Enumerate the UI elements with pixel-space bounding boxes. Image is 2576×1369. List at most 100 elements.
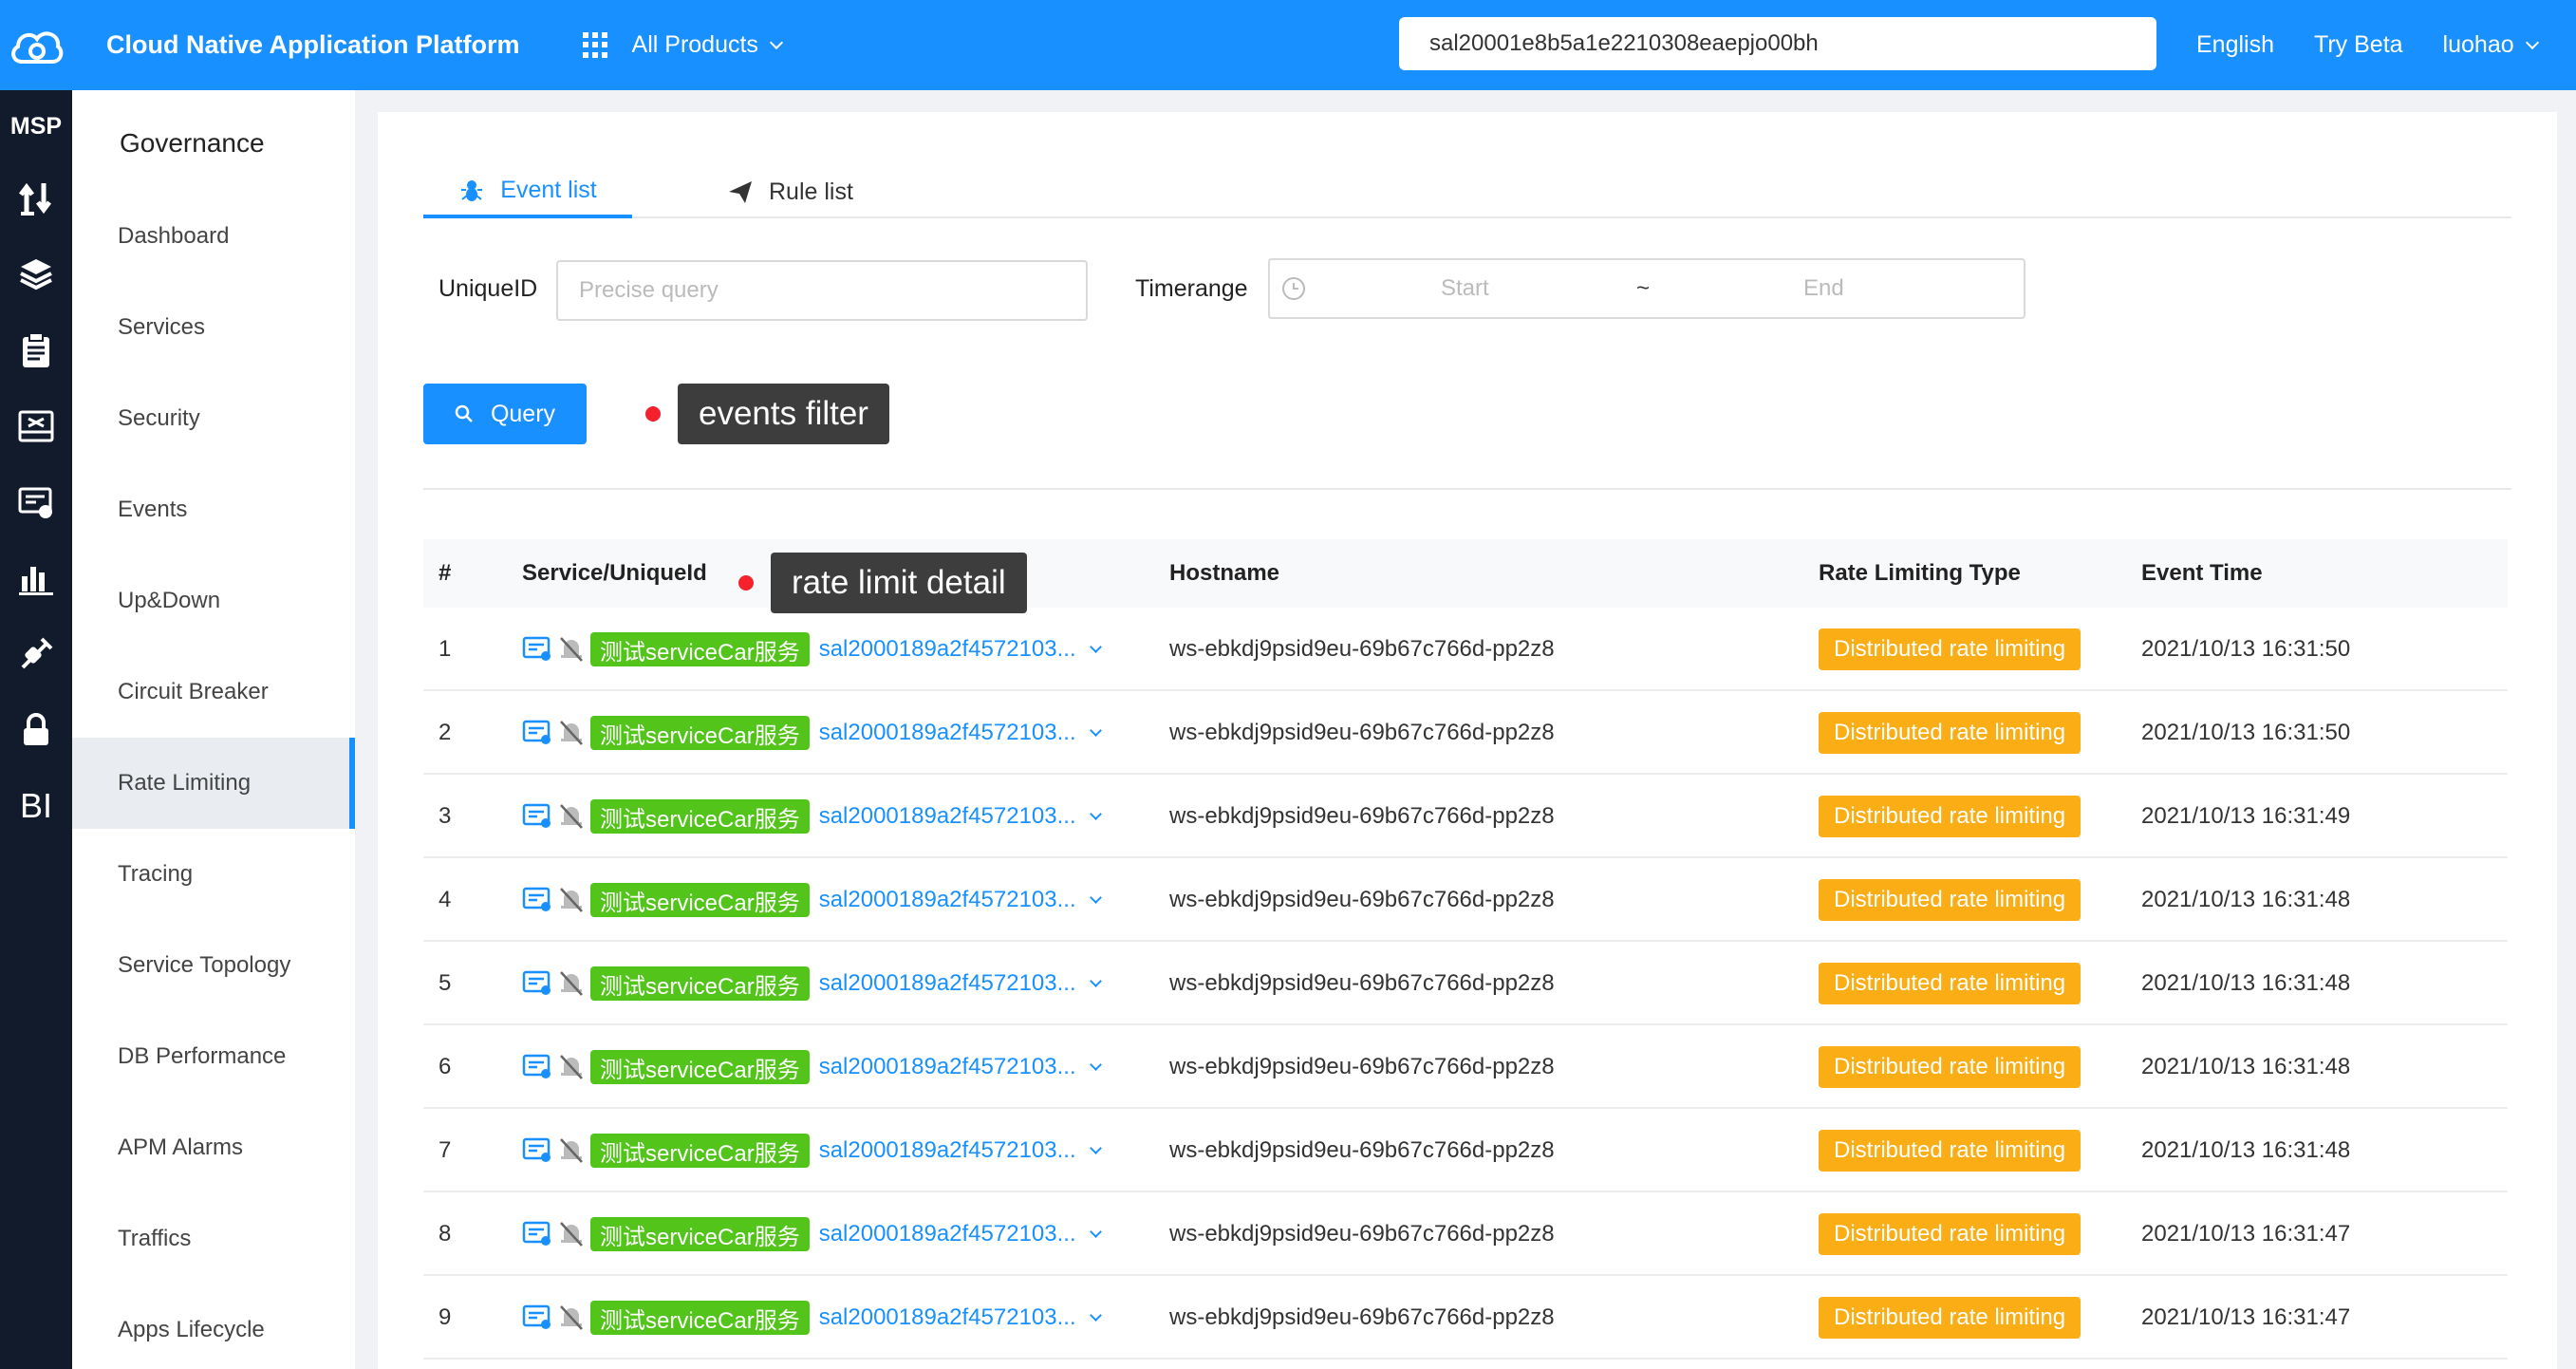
query-button[interactable]: Query	[423, 384, 587, 444]
plug-icon[interactable]	[0, 616, 72, 692]
billing-icon[interactable]	[0, 464, 72, 540]
service-name-tag[interactable]: 测试serviceCar服务	[590, 799, 810, 834]
table-row[interactable]: 7 测试serviceCar服务 sal2000189a2f4572103...…	[423, 1109, 2508, 1192]
language-switch[interactable]: English	[2196, 31, 2274, 59]
hostname-cell: ws-ebkdj9psid9eu-69b67c766d-pp2z8	[1169, 803, 1555, 829]
hostname-cell: ws-ebkdj9psid9eu-69b67c766d-pp2z8	[1169, 1221, 1555, 1247]
rate-type-cell: Distributed rate limiting	[1819, 1025, 2081, 1109]
sidebar-item-circuit-breaker[interactable]: Circuit Breaker	[72, 647, 355, 738]
mute-bell-icon[interactable]	[558, 1220, 585, 1248]
row-index: 6	[439, 1054, 452, 1079]
sidebar-item-service-topology[interactable]: Service Topology	[72, 920, 355, 1011]
clipboard-icon[interactable]	[0, 312, 72, 388]
service-name-tag[interactable]: 测试serviceCar服务	[590, 1217, 810, 1251]
mute-bell-icon[interactable]	[558, 1053, 585, 1081]
try-beta-link[interactable]: Try Beta	[2314, 31, 2403, 59]
sidebar-item-events[interactable]: Events	[72, 464, 355, 555]
lock-icon[interactable]	[0, 692, 72, 768]
row-index: 7	[439, 1137, 452, 1163]
service-name-tag[interactable]: 测试serviceCar服务	[590, 1301, 810, 1335]
tab-event-list[interactable]: Event list	[423, 165, 632, 218]
msp-label[interactable]: MSP	[0, 113, 72, 160]
global-search-input[interactable]	[1399, 17, 2156, 70]
bug-icon	[458, 177, 485, 203]
sidebar-item-apps-lifecycle[interactable]: Apps Lifecycle	[72, 1285, 355, 1369]
service-name-tag[interactable]: 测试serviceCar服务	[590, 632, 810, 666]
service-name-tag[interactable]: 测试serviceCar服务	[590, 716, 810, 750]
cloud-logo-icon[interactable]	[0, 0, 72, 90]
transfer-icon[interactable]	[0, 160, 72, 236]
top-bar: Cloud Native Application Platform All Pr…	[0, 0, 2576, 90]
sidebar-item-services[interactable]: Services	[72, 282, 355, 373]
service-cell: 测试serviceCar服务 sal2000189a2f4572103...	[522, 942, 1102, 1025]
timerange-picker[interactable]: Start ~ End	[1268, 258, 2025, 319]
table-row[interactable]: 4 测试serviceCar服务 sal2000189a2f4572103...…	[423, 858, 2508, 942]
hostname-cell: ws-ebkdj9psid9eu-69b67c766d-pp2z8	[1169, 720, 1555, 745]
unique-id-link[interactable]: sal2000189a2f4572103...	[819, 970, 1102, 997]
sidebar-item-rate-limiting[interactable]: Rate Limiting	[72, 738, 355, 829]
table-row[interactable]: 5 测试serviceCar服务 sal2000189a2f4572103...…	[423, 942, 2508, 1025]
service-name-tag[interactable]: 测试serviceCar服务	[590, 883, 810, 917]
service-card-icon[interactable]	[522, 1053, 552, 1081]
mute-bell-icon[interactable]	[558, 802, 585, 831]
mute-bell-icon[interactable]	[558, 886, 585, 914]
table-row[interactable]: 6 测试serviceCar服务 sal2000189a2f4572103...…	[423, 1025, 2508, 1109]
unique-id-link[interactable]: sal2000189a2f4572103...	[819, 1304, 1102, 1331]
service-card-icon[interactable]	[522, 635, 552, 664]
all-products-menu[interactable]: All Products	[582, 31, 784, 59]
service-card-icon[interactable]	[522, 969, 552, 998]
unique-id-link[interactable]: sal2000189a2f4572103...	[819, 636, 1102, 663]
table-row[interactable]: 8 测试serviceCar服务 sal2000189a2f4572103...…	[423, 1192, 2508, 1276]
table-row[interactable]: 1 测试serviceCar服务 sal2000189a2f4572103...…	[423, 608, 2508, 691]
service-card-icon[interactable]	[522, 1303, 552, 1332]
unique-id-text: sal2000189a2f4572103...	[818, 1137, 1076, 1163]
sidebar-item-traffics[interactable]: Traffics	[72, 1193, 355, 1285]
sidebar-item-tracing[interactable]: Tracing	[72, 829, 355, 920]
mute-bell-icon[interactable]	[558, 1303, 585, 1332]
unique-id-link[interactable]: sal2000189a2f4572103...	[818, 1137, 1102, 1164]
event-time-cell: 2021/10/13 16:31:50	[2141, 720, 2351, 745]
mute-bell-icon[interactable]	[558, 1136, 585, 1165]
unique-id-link[interactable]: sal2000189a2f4572103...	[819, 887, 1102, 913]
service-cell: 测试serviceCar服务 sal2000189a2f4572103...	[522, 1192, 1102, 1276]
column-header-rate-type: Rate Limiting Type	[1819, 560, 2021, 586]
sidebar-item-apm-alarms[interactable]: APM Alarms	[72, 1102, 355, 1193]
end-placeholder[interactable]: End	[1803, 275, 1844, 302]
tab-rule-list[interactable]: Rule list	[727, 165, 853, 218]
table-row[interactable]: 2 测试serviceCar服务 sal2000189a2f4572103...…	[423, 691, 2508, 775]
service-card-icon[interactable]	[522, 802, 552, 831]
rate-type-cell: Distributed rate limiting	[1819, 942, 2081, 1025]
app-title[interactable]: Cloud Native Application Platform	[106, 30, 520, 60]
unique-id-link[interactable]: sal2000189a2f4572103...	[818, 720, 1102, 746]
bi-icon[interactable]: BI	[0, 768, 72, 844]
service-card-icon[interactable]	[522, 886, 552, 914]
sidebar-item-security[interactable]: Security	[72, 373, 355, 464]
service-name-tag[interactable]: 测试serviceCar服务	[590, 1134, 810, 1168]
sidebar-item-db-performance[interactable]: DB Performance	[72, 1011, 355, 1102]
table-row[interactable]: 9 测试serviceCar服务 sal2000189a2f4572103...…	[423, 1276, 2508, 1360]
monitor-icon[interactable]	[0, 388, 72, 464]
sidebar-item-dashboard[interactable]: Dashboard	[72, 191, 355, 282]
unique-id-link[interactable]: sal2000189a2f4572103...	[819, 1221, 1102, 1247]
service-name-tag[interactable]: 测试serviceCar服务	[590, 1050, 810, 1084]
table-row[interactable]: 3 测试serviceCar服务 sal2000189a2f4572103...…	[423, 775, 2508, 858]
service-card-icon[interactable]	[522, 719, 552, 747]
unique-id-link[interactable]: sal2000189a2f4572103...	[819, 803, 1102, 830]
event-time-cell: 2021/10/13 16:31:49	[2141, 803, 2351, 829]
start-placeholder[interactable]: Start	[1441, 275, 1489, 302]
layers-icon[interactable]	[0, 236, 72, 312]
mute-bell-icon[interactable]	[558, 719, 585, 747]
hostname-cell: ws-ebkdj9psid9eu-69b67c766d-pp2z8	[1169, 887, 1555, 912]
mute-bell-icon[interactable]	[558, 969, 585, 998]
bar-chart-icon[interactable]	[0, 540, 72, 616]
unique-id-text: sal2000189a2f4572103...	[818, 720, 1076, 745]
user-name: luohao	[2442, 31, 2514, 58]
user-menu[interactable]: luohao	[2442, 31, 2539, 59]
unique-id-link[interactable]: sal2000189a2f4572103...	[819, 1054, 1102, 1080]
service-card-icon[interactable]	[522, 1220, 552, 1248]
sidebar-item-up-down[interactable]: Up&Down	[72, 555, 355, 647]
uniqueid-input[interactable]: Precise query	[556, 260, 1088, 321]
service-name-tag[interactable]: 测试serviceCar服务	[590, 966, 810, 1001]
mute-bell-icon[interactable]	[558, 635, 585, 664]
service-card-icon[interactable]	[522, 1136, 552, 1165]
